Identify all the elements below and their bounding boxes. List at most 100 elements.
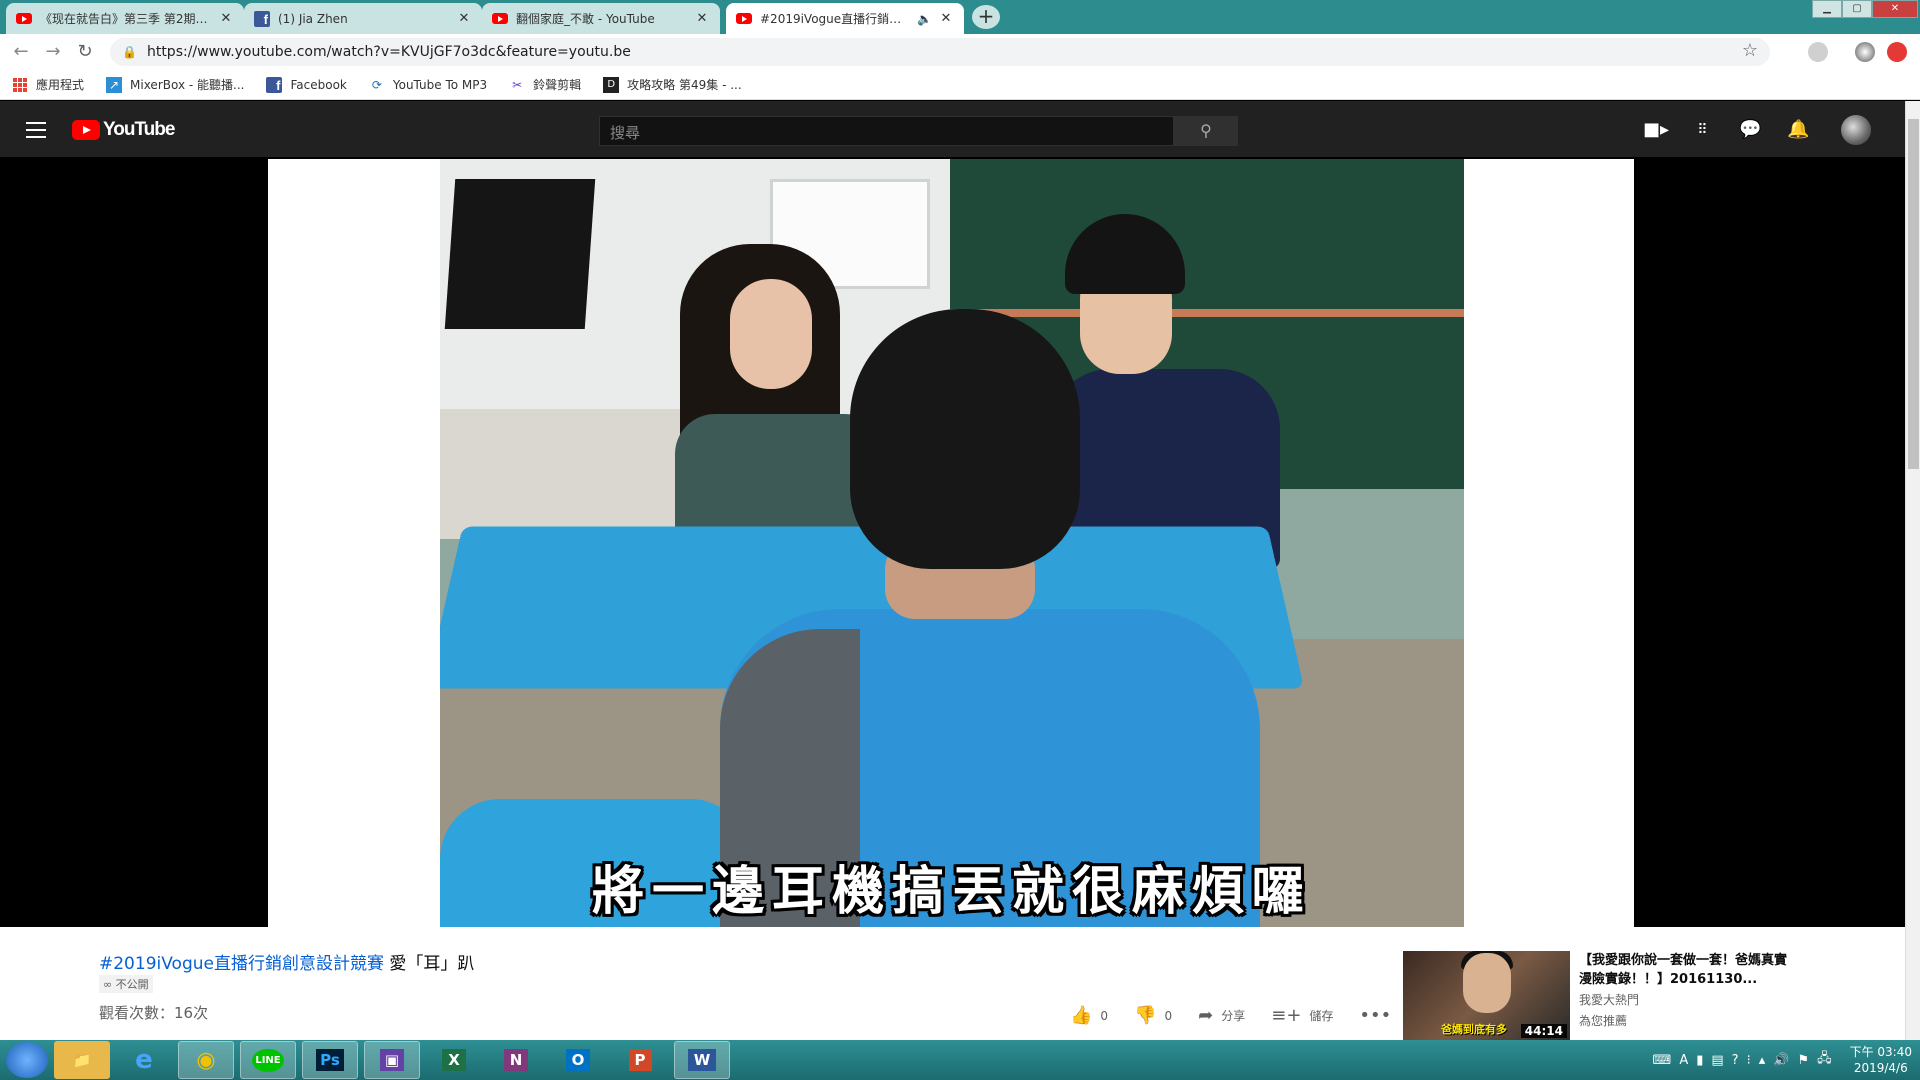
taskbar-word[interactable]: W xyxy=(674,1041,730,1079)
search-button[interactable]: ⚲ xyxy=(1174,116,1238,146)
scrollbar-thumb[interactable] xyxy=(1908,119,1919,469)
create-video-icon[interactable]: ■▸ xyxy=(1643,119,1669,141)
new-tab-button[interactable]: + xyxy=(972,5,1000,29)
taskbar-excel[interactable]: X xyxy=(426,1041,482,1079)
share-button[interactable]: ➦ 分享 xyxy=(1198,1005,1245,1026)
facebook-icon: f xyxy=(266,76,283,93)
recommended-channel-name[interactable]: 我愛大熱門 xyxy=(1579,991,1639,1008)
system-clock[interactable]: 下午 03:40 2019/4/6 xyxy=(1850,1044,1912,1076)
youtube-play-icon xyxy=(72,120,100,140)
back-arrow-icon[interactable]: ← xyxy=(10,42,32,64)
scene-foreground-head xyxy=(850,309,1080,569)
menu-icon[interactable] xyxy=(26,122,46,143)
youtube-masthead: YouTube 搜尋 ⚲ ■▸ ⠿ 💬 🔔 xyxy=(0,101,1905,157)
recommended-video-thumbnail[interactable]: 爸媽到底有多 44:14 xyxy=(1403,951,1570,1040)
like-button[interactable]: 👍 0 xyxy=(1070,1005,1108,1026)
bookmark-label: 攻略攻略 第49集 - ... xyxy=(627,78,742,92)
bookmark-mixerbox[interactable]: ↗ MixerBox - 能聽播... xyxy=(106,76,244,93)
dislike-button[interactable]: 👎 0 xyxy=(1134,1005,1172,1026)
keyboard-icon[interactable]: ⌨ xyxy=(1653,1053,1672,1068)
more-actions-button[interactable]: ••• xyxy=(1359,1005,1399,1026)
youtube-icon xyxy=(492,11,508,27)
recommended-video-title[interactable]: 【我愛跟你說一套做一套！爸媽真實漫險實錄！！】20161130... xyxy=(1579,951,1789,989)
bookmark-label: 應用程式 xyxy=(36,78,85,92)
tab-3[interactable]: 翻個家庭_不敢 - YouTube ✕ xyxy=(482,3,720,34)
bookmark-youtube-to-mp3[interactable]: ⟳ YouTube To MP3 xyxy=(369,77,487,93)
tab-4-active[interactable]: #2019iVogue直播行銷創意 🔈 ✕ xyxy=(726,3,964,34)
bookmark-apps[interactable]: 應用程式 xyxy=(12,76,84,93)
display-icon[interactable]: ▤ xyxy=(1711,1053,1723,1068)
video-player[interactable]: 將一邊耳機搞丟就很麻煩囉 xyxy=(0,157,1905,927)
save-button[interactable]: ≡+ 儲存 xyxy=(1271,1005,1333,1026)
scene-desk xyxy=(440,409,700,539)
account-avatar[interactable] xyxy=(1841,115,1871,145)
taskbar-internet-explorer[interactable]: e xyxy=(116,1041,172,1079)
search-icon: ⚲ xyxy=(1200,121,1212,140)
close-icon[interactable]: ✕ xyxy=(218,11,234,26)
thumbs-up-icon: 👍 xyxy=(1070,1005,1093,1026)
volume-icon[interactable]: 🔊 xyxy=(1773,1053,1789,1068)
forward-arrow-icon[interactable]: → xyxy=(42,42,64,64)
bookmark-label: MixerBox - 能聽播... xyxy=(130,78,245,92)
ime-icon[interactable]: A xyxy=(1679,1053,1688,1068)
close-window-button[interactable]: ✕ xyxy=(1872,0,1918,18)
messages-icon[interactable]: 💬 xyxy=(1739,119,1761,141)
profile-avatar-icon[interactable] xyxy=(1855,42,1875,62)
bookmark-strategy[interactable]: D 攻略攻略 第49集 - ... xyxy=(603,76,742,93)
flag-icon[interactable]: ⚑ xyxy=(1797,1053,1809,1068)
url-text: https://www.youtube.com/watch?v=KVUjGF7o… xyxy=(146,44,631,60)
clock-time: 下午 03:40 xyxy=(1849,1045,1912,1059)
close-icon[interactable]: ✕ xyxy=(938,11,954,26)
taskbar-line[interactable]: LINE xyxy=(240,1041,296,1079)
convert-icon: ⟳ xyxy=(371,77,382,92)
taskbar-powerpoint[interactable]: P xyxy=(612,1041,668,1079)
search-input[interactable]: 搜尋 xyxy=(599,116,1174,146)
mixerbox-icon: ↗ xyxy=(106,76,123,93)
page-scrollbar[interactable] xyxy=(1905,101,1920,1040)
apps-grid-icon xyxy=(12,77,28,93)
taskbar-photoshop[interactable]: Ps xyxy=(302,1041,358,1079)
taskbar-chrome[interactable]: ◉ xyxy=(178,1041,234,1079)
lock-icon: 🔒 xyxy=(122,45,137,59)
dislike-count: 0 xyxy=(1164,1008,1173,1023)
taskbar-outlook[interactable]: O xyxy=(550,1041,606,1079)
extension-icon[interactable] xyxy=(1808,42,1828,62)
thumbs-down-icon: 👎 xyxy=(1134,1005,1157,1026)
system-tray: ⌨ A ▮ ▤ ? ⁝ ▴ 🔊 ⚑ 🖧 下午 03:40 2019/4/6 xyxy=(1645,1040,1912,1080)
window-icon[interactable]: ▮ xyxy=(1696,1053,1703,1068)
bookmark-star-icon[interactable]: ☆ xyxy=(1742,40,1758,61)
close-icon[interactable]: ✕ xyxy=(694,11,710,26)
taskbar-twitch[interactable]: ▣ xyxy=(364,1041,420,1079)
help-icon[interactable]: ? xyxy=(1732,1053,1739,1068)
tray-settings-icon[interactable]: ⁝ xyxy=(1747,1053,1751,1068)
show-hidden-icons[interactable]: ▴ xyxy=(1759,1053,1766,1068)
logo-text: YouTube xyxy=(103,119,175,140)
tab-1[interactable]: 《现在就告白》第三季 第2期：... ✕ xyxy=(6,3,244,34)
tab-2[interactable]: f (1) Jia Zhen ✕ xyxy=(244,3,482,34)
start-button[interactable] xyxy=(6,1042,48,1078)
tab-title: #2019iVogue直播行銷創意 xyxy=(760,12,912,26)
notifications-bell-icon[interactable]: 🔔 xyxy=(1787,119,1809,141)
taskbar-onenote[interactable]: N xyxy=(488,1041,544,1079)
address-bar[interactable]: 🔒 https://www.youtube.com/watch?v=KVUjGF… xyxy=(110,38,1770,66)
bookmark-label: YouTube To MP3 xyxy=(392,77,488,92)
scissors-icon: ✂ xyxy=(512,77,523,92)
video-caption: 將一邊耳機搞丟就很麻煩囉 xyxy=(591,862,1312,922)
network-icon[interactable]: 🖧 xyxy=(1817,1049,1832,1071)
video-frame[interactable]: 將一邊耳機搞丟就很麻煩囉 xyxy=(440,159,1464,927)
bookmark-ringtone[interactable]: ✂ 鈴聲剪輯 xyxy=(509,76,581,93)
speaker-icon[interactable]: 🔈 xyxy=(917,12,932,26)
video-hashtag-link[interactable]: #2019iVogue直播行銷創意設計競賽 xyxy=(99,954,384,974)
bookmark-facebook[interactable]: f Facebook xyxy=(266,76,347,93)
close-icon[interactable]: ✕ xyxy=(456,11,472,26)
apps-grid-icon[interactable]: ⠿ xyxy=(1691,119,1713,141)
reload-icon[interactable]: ↻ xyxy=(74,42,96,64)
adblock-icon[interactable] xyxy=(1887,42,1907,62)
taskbar-file-explorer[interactable]: 📁 xyxy=(54,1041,110,1079)
video-info-section: #2019iVogue直播行銷創意設計競賽 愛「耳」趴 ∞ 不公開 觀看次數：1… xyxy=(0,927,1905,1040)
youtube-logo[interactable]: YouTube xyxy=(72,119,175,141)
privacy-badge: ∞ 不公開 xyxy=(99,975,153,993)
tab-title: 《现在就告白》第三季 第2期：... xyxy=(40,12,218,26)
minimize-button[interactable]: ▁ xyxy=(1812,0,1842,18)
maximize-button[interactable]: ▢ xyxy=(1842,0,1872,18)
